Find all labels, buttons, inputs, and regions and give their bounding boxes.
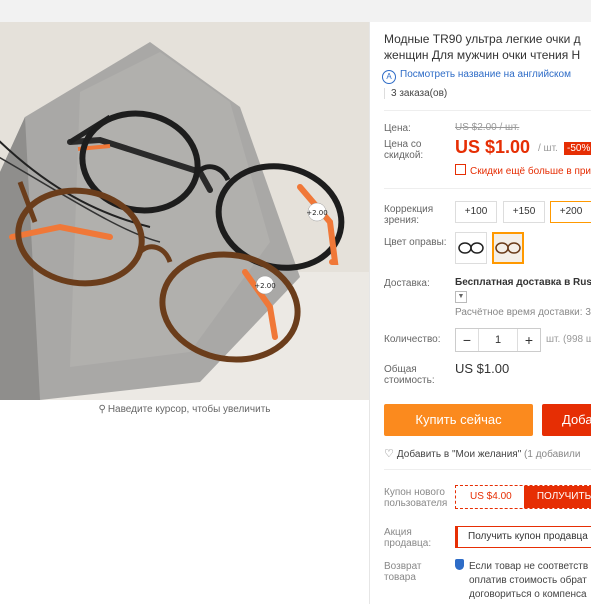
translate-link-text[interactable]: Посмотреть название на английском <box>400 69 571 80</box>
returns-policy: Если товар не соответств оплатив стоимос… <box>455 559 588 602</box>
translate-icon: A <box>382 70 396 84</box>
frame-color-black[interactable] <box>455 232 487 264</box>
glasses-photo: +2.00 +2.00 <box>0 22 369 400</box>
correction-option-200[interactable]: +200 <box>550 201 591 223</box>
chevron-down-icon[interactable]: ▼ <box>455 291 467 303</box>
app-discount-text[interactable]: Скидки ещё больше в прил <box>470 166 591 177</box>
divider <box>384 469 591 470</box>
frame-label-2: +2.00 <box>254 282 275 290</box>
quantity-label: Количество: <box>384 334 441 345</box>
discount-price-label-line-2: скидкой: <box>384 150 424 161</box>
coupon-label-line-1: Купон нового <box>384 487 445 498</box>
frame-label-1: +2.00 <box>306 209 327 217</box>
correction-label: Коррекция зрения: <box>384 204 433 226</box>
top-bar <box>0 0 591 22</box>
returns-label-line-2: товара <box>384 572 416 583</box>
product-title-line-2: женщин Для мужчин очки чтения Н <box>384 48 581 62</box>
total-label-line-1: Общая <box>384 364 417 375</box>
brown-glasses-thumb <box>494 234 522 262</box>
shield-icon <box>455 559 464 570</box>
app-discount-link[interactable]: Скидки ещё больше в прил <box>455 164 591 177</box>
old-price: US $2.00 / шт. <box>455 122 520 133</box>
promo-label-line-2: продавца: <box>384 538 432 549</box>
returns-line-3: договориться о компенса <box>469 589 587 600</box>
product-title: Модные TR90 ультра легкие очки д женщин … <box>384 31 591 63</box>
coupon-label-line-2: пользователя <box>384 498 448 509</box>
price-unit: / шт. <box>538 143 558 154</box>
price-label: Цена: <box>384 123 411 134</box>
total-label: Общая стоимость: <box>384 364 435 386</box>
zoom-hint: ⚲ Наведите курсор, чтобы увеличить <box>0 404 369 415</box>
qr-code-icon <box>455 164 466 175</box>
get-coupon-button[interactable]: ПОЛУЧИТЬ <box>524 486 591 508</box>
discount-price-label: Цена со скидкой: <box>384 139 423 161</box>
orders-count: 3 заказа(ов) <box>384 88 447 99</box>
shipping-value: Бесплатная доставка в Rus <box>455 277 591 288</box>
wishlist-text[interactable]: Добавить в "Мои желания" <box>397 449 521 460</box>
wishlist-link[interactable]: ♡ Добавить в "Мои желания" (1 добавили <box>384 447 580 460</box>
translate-link[interactable]: A Посмотреть название на английском <box>382 69 571 84</box>
add-to-cart-button[interactable]: Доба <box>542 404 591 436</box>
black-glasses-thumb <box>458 242 484 254</box>
discount-price-label-line-1: Цена со <box>384 139 422 150</box>
divider <box>384 110 591 111</box>
product-title-line-1: Модные TR90 ультра легкие очки д <box>384 32 581 46</box>
product-info-panel: Модные TR90 ультра легкие очки д женщин … <box>369 22 591 604</box>
zoom-hint-text: Наведите курсор, чтобы увеличить <box>107 404 271 415</box>
magnifier-icon: ⚲ <box>98 404 106 415</box>
frame-color-label: Цвет оправы: <box>384 237 447 248</box>
returns-line-2: оплатив стоимость обрат <box>469 575 587 586</box>
discount-badge: -50% <box>564 142 591 155</box>
shipping-label: Доставка: <box>384 278 430 289</box>
quantity-input[interactable]: 1 <box>478 329 518 351</box>
correction-label-line-2: зрения: <box>384 215 420 226</box>
shipping-time: Расчётное время доставки: 3 <box>455 307 591 318</box>
heart-icon: ♡ <box>384 448 394 460</box>
total-price: US $1.00 <box>455 361 510 376</box>
frame-color-brown[interactable] <box>492 232 524 264</box>
current-price: US $1.00 <box>455 137 531 157</box>
returns-line-1: Если товар не соответств <box>469 561 589 572</box>
buy-now-button[interactable]: Купить сейчас <box>384 404 533 436</box>
total-label-line-2: стоимость: <box>384 375 435 386</box>
quantity-decrease-button[interactable]: − <box>456 329 479 351</box>
correction-label-line-1: Коррекция <box>384 204 434 215</box>
correction-option-150[interactable]: +150 <box>503 201 545 223</box>
available-stock: шт. (998 ш <box>546 334 591 345</box>
returns-label: Возврат товара <box>384 561 422 583</box>
correction-option-100[interactable]: +100 <box>455 201 497 223</box>
divider <box>384 188 591 189</box>
wishlist-count: (1 добавили <box>524 449 581 460</box>
coupon-label: Купон нового пользователя <box>384 487 447 509</box>
quantity-increase-button[interactable]: + <box>517 329 540 351</box>
seller-coupon-button[interactable]: Получить купон продавца <box>455 526 591 548</box>
quantity-stepper: − 1 + <box>455 328 541 352</box>
coupon-amount: US $4.00 <box>470 491 512 502</box>
returns-label-line-1: Возврат <box>384 561 422 572</box>
new-user-coupon: US $4.00 ПОЛУЧИТЬ <box>455 485 591 509</box>
promo-label-line-1: Акция <box>384 527 412 538</box>
product-image[interactable]: +2.00 +2.00 <box>0 22 369 400</box>
promo-label: Акция продавца: <box>384 527 431 549</box>
